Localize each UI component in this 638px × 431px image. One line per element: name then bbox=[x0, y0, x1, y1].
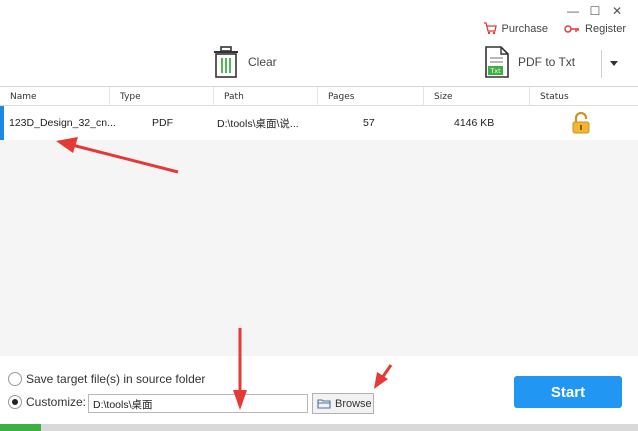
cell-name: 123D_Design_32_cn... bbox=[9, 117, 116, 129]
clear-button[interactable]: Clear bbox=[212, 46, 277, 78]
purchase-label: Purchase bbox=[501, 22, 549, 35]
register-label: Register bbox=[585, 22, 626, 35]
start-button[interactable]: Start bbox=[514, 376, 622, 408]
browse-button[interactable]: Browse bbox=[312, 393, 374, 414]
source-folder-option[interactable]: Save target file(s) in source folder bbox=[8, 372, 205, 386]
folder-icon bbox=[317, 399, 331, 409]
register-link[interactable]: Register bbox=[564, 23, 626, 35]
minimize-button[interactable]: — bbox=[562, 4, 584, 18]
table-row[interactable]: 123D_Design_32_cn... PDF D:\tools\桌面\说..… bbox=[0, 106, 638, 140]
pdf-txt-file-icon: Txt bbox=[485, 46, 509, 78]
column-header-pages[interactable]: Pages bbox=[318, 87, 424, 106]
customize-option[interactable]: Customize: bbox=[8, 395, 86, 409]
cell-status bbox=[530, 106, 638, 140]
progress-bar bbox=[0, 424, 638, 431]
pdf-to-txt-label: PDF to Txt bbox=[518, 55, 576, 69]
source-folder-radio[interactable] bbox=[8, 372, 22, 386]
toolbar: Clear Txt PDF to Txt bbox=[0, 44, 638, 84]
file-table: Name Type Path Pages Size Status 123D_De… bbox=[0, 86, 638, 356]
cell-type: PDF bbox=[152, 117, 173, 129]
trash-icon bbox=[214, 46, 238, 78]
browse-label: Browse bbox=[335, 397, 372, 410]
account-links: Purchase Register bbox=[483, 22, 626, 35]
svg-text:Txt: Txt bbox=[489, 67, 501, 75]
column-header-size[interactable]: Size bbox=[424, 87, 530, 106]
cart-icon bbox=[483, 22, 497, 35]
column-header-path[interactable]: Path bbox=[214, 87, 318, 106]
cell-pages: 57 bbox=[363, 117, 375, 129]
toolbar-divider bbox=[601, 50, 602, 78]
format-dropdown-button[interactable] bbox=[609, 58, 619, 68]
pdf-to-txt-button[interactable]: Txt PDF to Txt bbox=[484, 46, 575, 78]
clear-label: Clear bbox=[248, 55, 277, 69]
customize-radio[interactable] bbox=[8, 395, 22, 409]
window-controls: — ☐ ✕ bbox=[562, 4, 628, 18]
column-header-type[interactable]: Type bbox=[110, 87, 214, 106]
customize-label: Customize: bbox=[26, 395, 87, 409]
output-panel: Save target file(s) in source folder Cus… bbox=[0, 356, 638, 431]
key-icon bbox=[564, 24, 580, 33]
unlock-icon bbox=[572, 112, 590, 134]
column-header-name[interactable]: Name bbox=[0, 87, 110, 106]
progress-fill bbox=[0, 424, 42, 431]
source-folder-label: Save target file(s) in source folder bbox=[26, 372, 206, 386]
output-path-input[interactable]: D:\tools\桌面 bbox=[88, 394, 308, 413]
caret-down-icon bbox=[610, 60, 618, 66]
purchase-link[interactable]: Purchase bbox=[483, 22, 548, 35]
close-button[interactable]: ✕ bbox=[606, 4, 628, 18]
cell-size: 4146 KB bbox=[454, 117, 495, 129]
column-header-status[interactable]: Status bbox=[530, 87, 638, 106]
maximize-button[interactable]: ☐ bbox=[584, 4, 606, 18]
cell-path: D:\tools\桌面\说... bbox=[217, 117, 299, 130]
table-header: Name Type Path Pages Size Status bbox=[0, 87, 638, 106]
